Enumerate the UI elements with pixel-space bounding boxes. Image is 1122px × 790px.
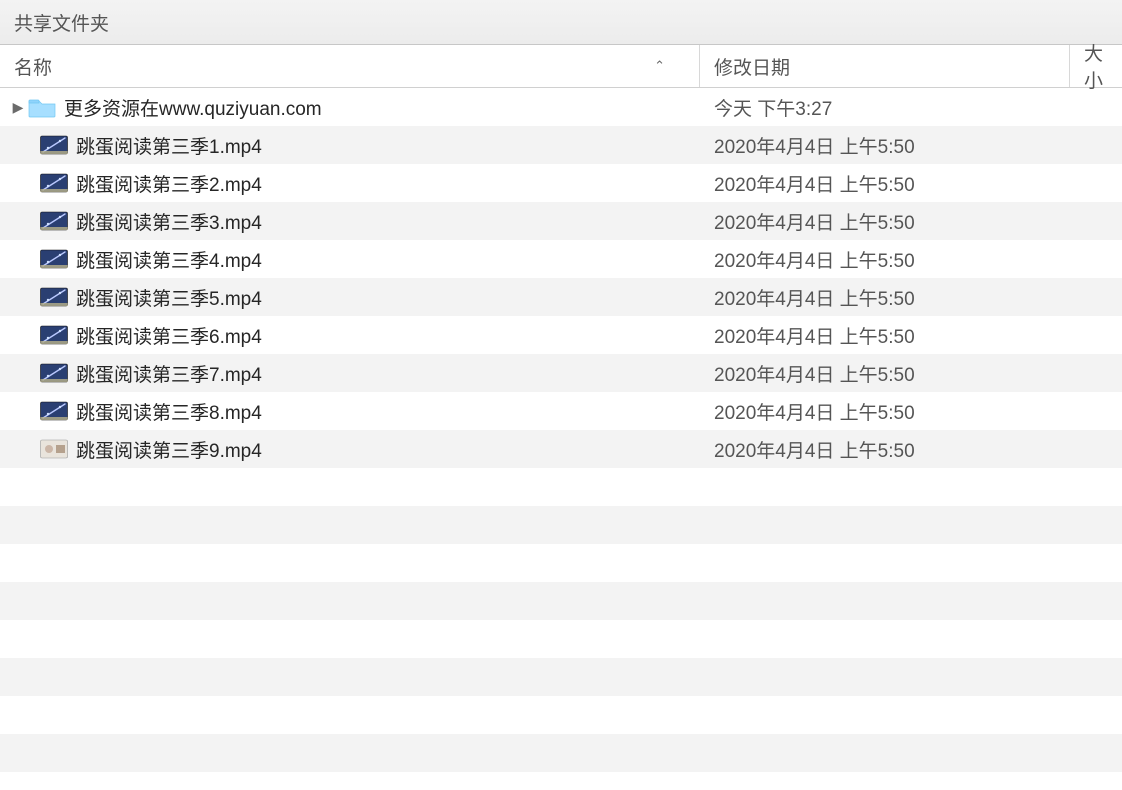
file-name: 更多资源在www.quziyuan.com (64, 94, 322, 121)
cell-name: 跳蛋阅读第三季1.mp4 (0, 132, 700, 159)
empty-row (0, 620, 1122, 658)
cell-name: 跳蛋阅读第三季6.mp4 (0, 322, 700, 349)
cell-name: 跳蛋阅读第三季3.mp4 (0, 208, 700, 235)
cell-date: 2020年4月4日 上午5:50 (700, 360, 1070, 387)
video-file-icon (40, 400, 68, 422)
file-row[interactable]: 跳蛋阅读第三季8.mp4 2020年4月4日 上午5:50 (0, 392, 1122, 430)
column-header-date[interactable]: 修改日期 (700, 45, 1070, 87)
file-list: ▶ 更多资源在www.quziyuan.com 今天 下午3:27 跳蛋阅读第三季1.… (0, 88, 1122, 790)
file-row[interactable]: 跳蛋阅读第三季2.mp4 2020年4月4日 上午5:50 (0, 164, 1122, 202)
empty-row (0, 582, 1122, 620)
empty-row (0, 506, 1122, 544)
empty-row (0, 544, 1122, 582)
file-row[interactable]: 跳蛋阅读第三季5.mp4 2020年4月4日 上午5:50 (0, 278, 1122, 316)
file-row[interactable]: 跳蛋阅读第三季6.mp4 2020年4月4日 上午5:50 (0, 316, 1122, 354)
cell-name: 跳蛋阅读第三季5.mp4 (0, 284, 700, 311)
cell-name: ▶ 更多资源在www.quziyuan.com (0, 94, 700, 121)
cell-name: 跳蛋阅读第三季7.mp4 (0, 360, 700, 387)
folder-icon (28, 96, 56, 118)
file-name: 跳蛋阅读第三季3.mp4 (76, 208, 262, 235)
cell-date: 2020年4月4日 上午5:50 (700, 398, 1070, 425)
column-header-name[interactable]: 名称 ⌃ (0, 45, 700, 87)
column-header-size-label: 大小 (1084, 39, 1108, 93)
window-title: 共享文件夹 (14, 9, 109, 36)
file-name: 跳蛋阅读第三季7.mp4 (76, 360, 262, 387)
empty-row (0, 696, 1122, 734)
file-row[interactable]: ▶ 更多资源在www.quziyuan.com 今天 下午3:27 (0, 88, 1122, 126)
file-row[interactable]: 跳蛋阅读第三季9.mp4 2020年4月4日 上午5:50 (0, 430, 1122, 468)
file-name: 跳蛋阅读第三季6.mp4 (76, 322, 262, 349)
column-header-size[interactable]: 大小 (1070, 45, 1122, 87)
disclosure-triangle-icon[interactable]: ▶ (8, 99, 28, 116)
video-file-icon (40, 438, 68, 460)
file-name: 跳蛋阅读第三季8.mp4 (76, 398, 262, 425)
column-header-name-label: 名称 (14, 53, 52, 80)
empty-row (0, 772, 1122, 790)
cell-date: 2020年4月4日 上午5:50 (700, 322, 1070, 349)
empty-row (0, 734, 1122, 772)
file-row[interactable]: 跳蛋阅读第三季1.mp4 2020年4月4日 上午5:50 (0, 126, 1122, 164)
cell-name: 跳蛋阅读第三季9.mp4 (0, 436, 700, 463)
window-title-bar: 共享文件夹 (0, 0, 1122, 45)
column-header-date-label: 修改日期 (714, 53, 790, 80)
file-name: 跳蛋阅读第三季4.mp4 (76, 246, 262, 273)
video-file-icon (40, 286, 68, 308)
empty-row (0, 658, 1122, 696)
file-row[interactable]: 跳蛋阅读第三季4.mp4 2020年4月4日 上午5:50 (0, 240, 1122, 278)
file-name: 跳蛋阅读第三季5.mp4 (76, 284, 262, 311)
cell-name: 跳蛋阅读第三季2.mp4 (0, 170, 700, 197)
cell-date: 2020年4月4日 上午5:50 (700, 246, 1070, 273)
video-file-icon (40, 362, 68, 384)
video-file-icon (40, 172, 68, 194)
cell-date: 2020年4月4日 上午5:50 (700, 208, 1070, 235)
video-file-icon (40, 248, 68, 270)
empty-row (0, 468, 1122, 506)
column-headers: 名称 ⌃ 修改日期 大小 (0, 45, 1122, 88)
file-name: 跳蛋阅读第三季9.mp4 (76, 436, 262, 463)
file-row[interactable]: 跳蛋阅读第三季3.mp4 2020年4月4日 上午5:50 (0, 202, 1122, 240)
video-file-icon (40, 324, 68, 346)
sort-ascending-icon: ⌃ (654, 58, 665, 74)
file-row[interactable]: 跳蛋阅读第三季7.mp4 2020年4月4日 上午5:50 (0, 354, 1122, 392)
cell-date: 2020年4月4日 上午5:50 (700, 436, 1070, 463)
cell-date: 2020年4月4日 上午5:50 (700, 132, 1070, 159)
cell-name: 跳蛋阅读第三季4.mp4 (0, 246, 700, 273)
file-name: 跳蛋阅读第三季2.mp4 (76, 170, 262, 197)
cell-date: 2020年4月4日 上午5:50 (700, 284, 1070, 311)
video-file-icon (40, 210, 68, 232)
file-name: 跳蛋阅读第三季1.mp4 (76, 132, 262, 159)
video-file-icon (40, 134, 68, 156)
cell-name: 跳蛋阅读第三季8.mp4 (0, 398, 700, 425)
cell-date: 今天 下午3:27 (700, 94, 1070, 121)
cell-date: 2020年4月4日 上午5:50 (700, 170, 1070, 197)
